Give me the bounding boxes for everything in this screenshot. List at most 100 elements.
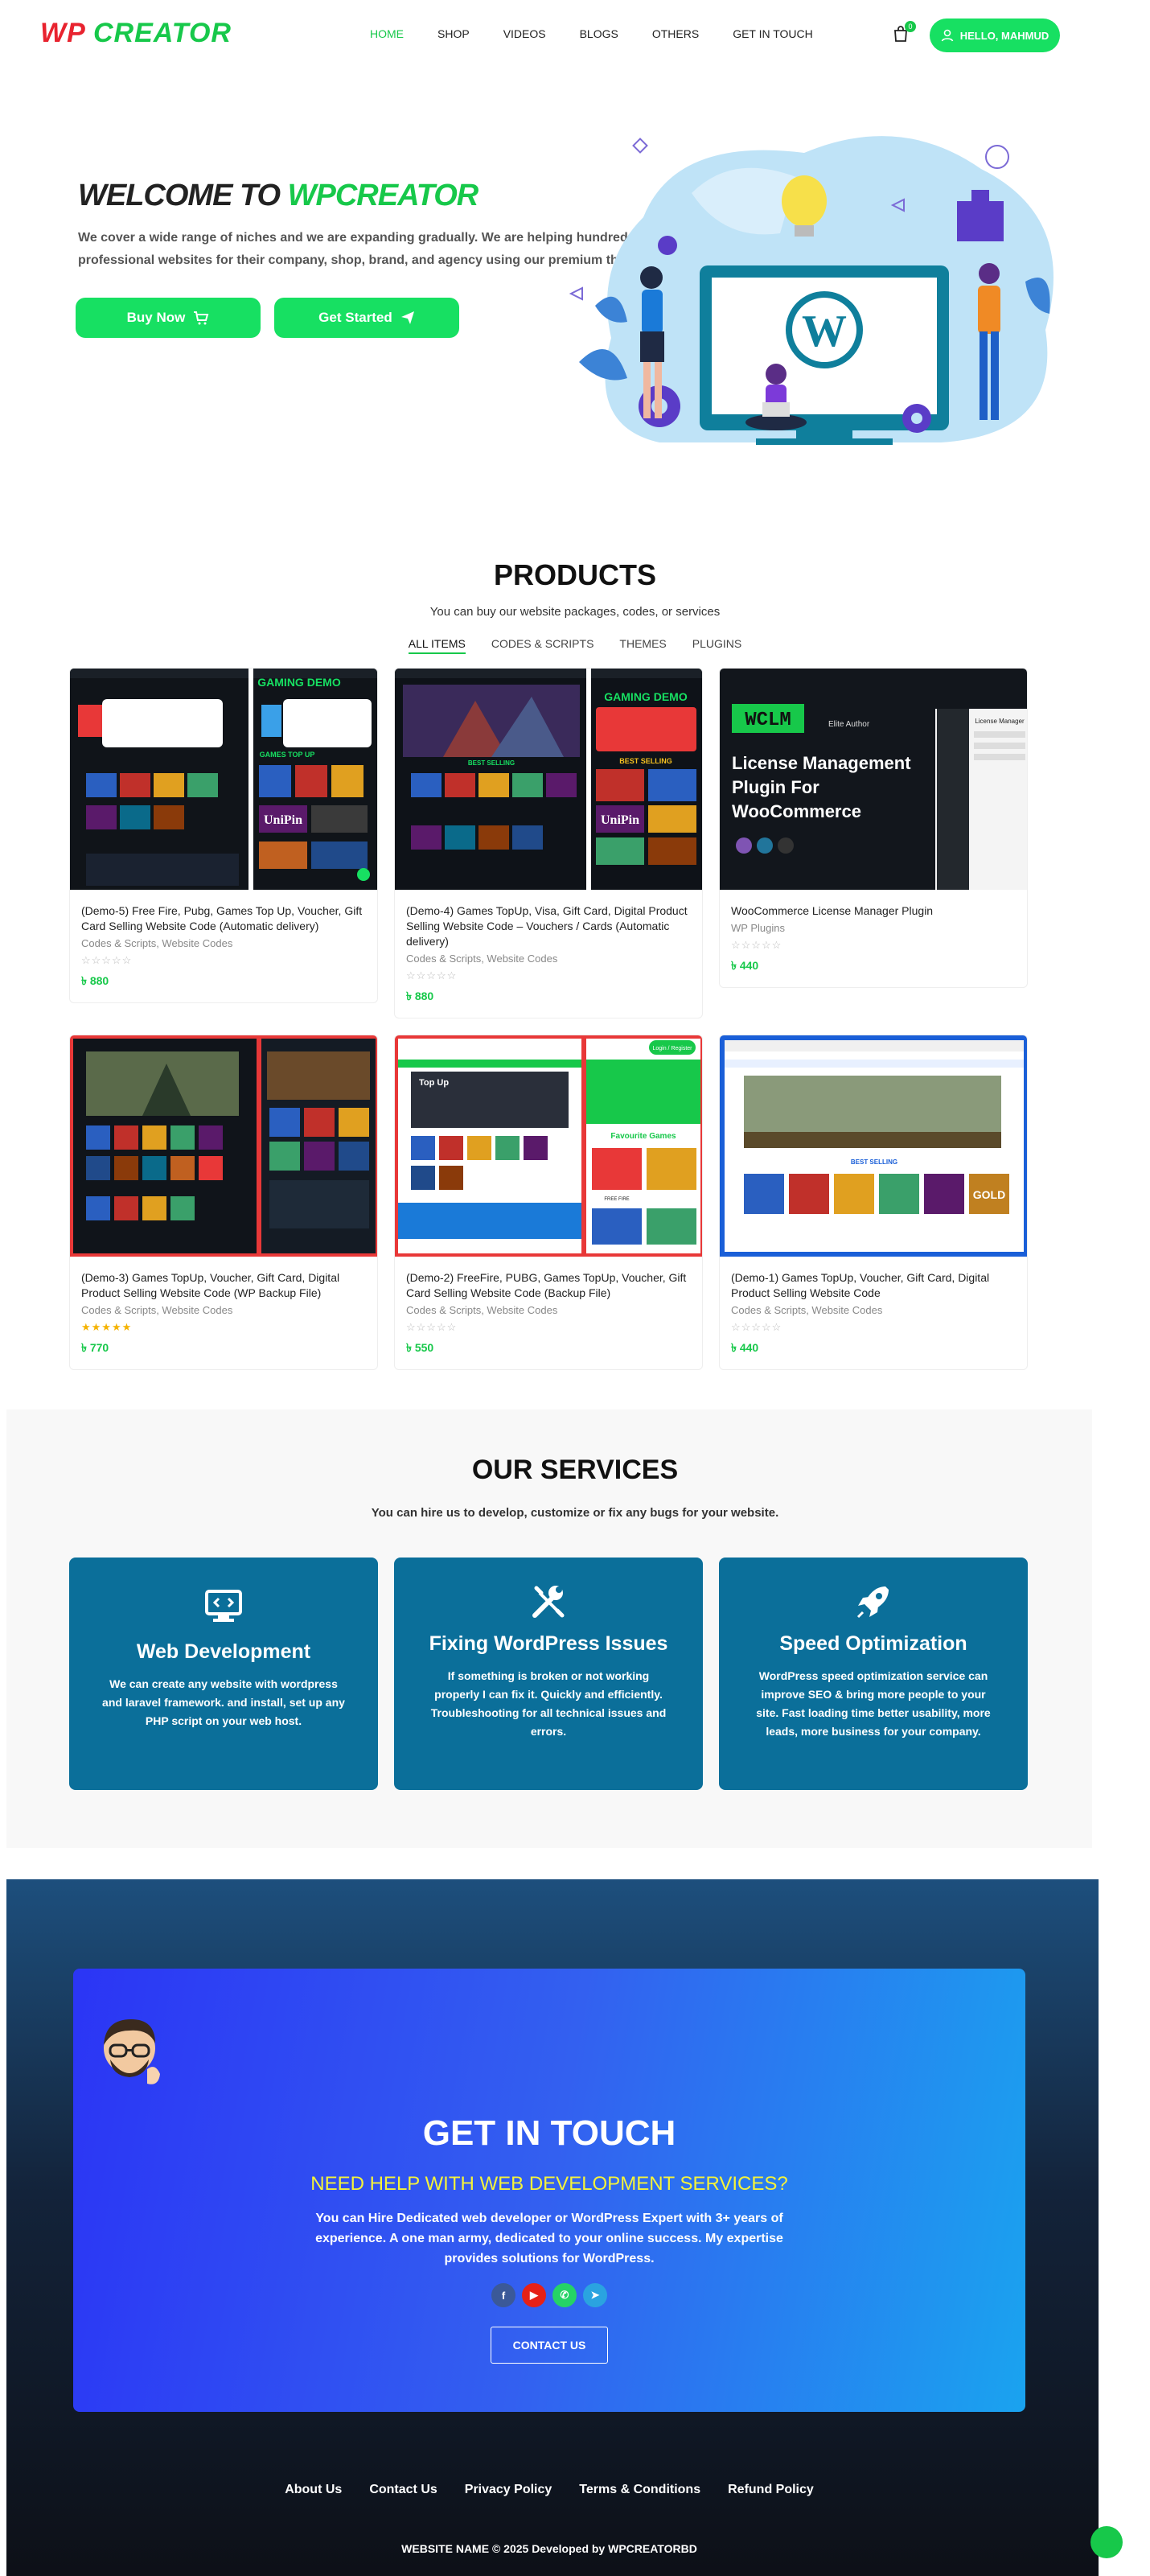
rating-stars: ★★★★★ [81, 1321, 133, 1333]
svg-text:License Manager: License Manager [975, 718, 1025, 725]
nav-home[interactable]: HOME [370, 27, 404, 40]
services-title: OUR SERVICES [471, 1455, 679, 1485]
product-price: ৳ 880 [406, 990, 434, 1002]
product-category[interactable]: Codes & Scripts, Website Codes [81, 1304, 366, 1316]
services-subtitle: You can hire us to develop, customize or… [371, 1506, 779, 1520]
svg-text:BEST SELLING: BEST SELLING [619, 757, 672, 765]
product-thumbnail[interactable]: WCLM Elite Author License Management Plu… [720, 669, 1028, 890]
nav-shop[interactable]: SHOP [437, 27, 470, 40]
product-category[interactable]: Codes & Scripts, Website Codes [81, 937, 366, 949]
rating-stars: ☆☆☆☆☆ [731, 939, 782, 951]
rating-stars: ☆☆☆☆☆ [406, 969, 458, 981]
product-category[interactable]: Codes & Scripts, Website Codes [406, 1304, 691, 1316]
telegram-icon[interactable]: ➤ [583, 2283, 607, 2307]
product-thumbnail[interactable]: Top Up Login / Register Favourite Games … [395, 1035, 703, 1257]
youtube-icon[interactable]: ▶ [522, 2283, 546, 2307]
product-title[interactable]: (Demo-2) FreeFire, PUBG, Games TopUp, Vo… [406, 1270, 691, 1301]
whatsapp-icon[interactable]: ✆ [552, 2283, 577, 2307]
contact-us-button[interactable]: CONTACT US [491, 2327, 608, 2364]
svg-text:GAMES TOP UP: GAMES TOP UP [260, 751, 315, 759]
service-title: Speed Optimization [779, 1632, 967, 1655]
get-in-touch-card: GET IN TOUCH NEED HELP WITH WEB DEVELOPM… [73, 1969, 1025, 2412]
get-in-touch-description: You can Hire Dedicated web developer or … [315, 2212, 783, 2265]
products-title: PRODUCTS [493, 558, 656, 591]
svg-text:BEST SELLING: BEST SELLING [468, 759, 515, 767]
footer-link-privacy[interactable]: Privacy Policy [465, 2483, 552, 2497]
product-thumbnail[interactable]: BEST SELLING GOLD [720, 1035, 1028, 1257]
get-started-button[interactable]: Get Started [274, 298, 459, 338]
tab-codes-scripts[interactable]: CODES & SCRIPTS [491, 637, 594, 654]
product-price: ৳ 550 [406, 1341, 434, 1354]
product-thumbnail[interactable] [70, 1035, 378, 1257]
footer-link-terms[interactable]: Terms & Conditions [579, 2483, 700, 2497]
social-links: f ▶ ✆ ➤ [73, 2283, 1025, 2307]
svg-text:Elite Author: Elite Author [828, 720, 870, 729]
service-card-web-development: Web Development We can create any websit… [69, 1558, 378, 1790]
product-price: ৳ 880 [81, 974, 109, 987]
paper-plane-icon [400, 311, 414, 324]
user-icon [941, 29, 954, 42]
svg-text:W: W [802, 307, 847, 356]
product-price: ৳ 440 [731, 1341, 759, 1354]
svg-text:WCLM: WCLM [745, 710, 791, 731]
service-card-fixing-wordpress: Fixing WordPress Issues If something is … [394, 1558, 703, 1790]
service-title: Fixing WordPress Issues [429, 1632, 668, 1655]
service-description: WordPress speed optimization service can… [756, 1669, 991, 1738]
service-description: If something is broken or not working pr… [430, 1669, 667, 1738]
rating-stars: ☆☆☆☆☆ [406, 1321, 458, 1333]
buy-now-button[interactable]: Buy Now [76, 298, 261, 338]
product-card[interactable]: Top Up Login / Register Favourite Games … [394, 1035, 703, 1370]
tab-themes[interactable]: THEMES [619, 637, 666, 654]
tab-plugins[interactable]: PLUGINS [692, 637, 741, 654]
chat-widget-button[interactable] [1090, 2526, 1123, 2558]
facebook-icon[interactable]: f [491, 2283, 515, 2307]
product-thumbnail[interactable]: BEST SELLING GAMING DEMO BEST SELLING Un… [395, 669, 703, 890]
svg-text:BEST SELLING: BEST SELLING [851, 1158, 897, 1166]
product-price: ৳ 440 [731, 959, 759, 972]
footer-link-refund[interactable]: Refund Policy [728, 2483, 814, 2497]
get-in-touch-title: GET IN TOUCH [422, 2113, 676, 2153]
tab-all-items[interactable]: ALL ITEMS [408, 637, 466, 654]
product-card[interactable]: GAMING DEMO GAMES TOP UP UniPin (Demo-5)… [69, 668, 378, 1003]
product-card[interactable]: WCLM Elite Author License Management Plu… [719, 668, 1028, 988]
svg-text:GAMING DEMO: GAMING DEMO [257, 676, 341, 689]
svg-text:UniPin: UniPin [601, 813, 639, 827]
product-card[interactable]: BEST SELLING GOLD (Demo-1) Games TopUp, … [719, 1035, 1028, 1370]
nav-videos[interactable]: VIDEOS [503, 27, 546, 40]
account-button[interactable]: HELLO, MAHMUD [930, 19, 1060, 52]
product-title[interactable]: WooCommerce License Manager Plugin [731, 903, 1016, 919]
copyright-text: WEBSITE NAME © 2025 Developed by WPCREAT… [401, 2542, 697, 2555]
product-title[interactable]: (Demo-1) Games TopUp, Voucher, Gift Card… [731, 1270, 1016, 1301]
footer-link-contact[interactable]: Contact Us [369, 2483, 437, 2497]
site-logo[interactable]: WP CREATOR [40, 18, 232, 49]
cart-count-badge: 0 [905, 21, 916, 32]
tools-icon [532, 1586, 565, 1618]
footer-link-about[interactable]: About Us [285, 2483, 342, 2497]
service-card-speed-optimization: Speed Optimization WordPress speed optim… [719, 1558, 1028, 1790]
svg-text:Login / Register: Login / Register [652, 1046, 692, 1051]
svg-text:UniPin: UniPin [264, 813, 302, 827]
hero-illustration: W [569, 136, 1053, 445]
rocket-icon [856, 1586, 889, 1619]
svg-text:Favourite Games: Favourite Games [610, 1132, 676, 1141]
nav-others[interactable]: OTHERS [652, 27, 699, 40]
cart-icon [194, 311, 209, 325]
rating-stars: ☆☆☆☆☆ [81, 954, 133, 966]
site-header: WP CREATOR HOME SHOP VIDEOS BLOGS OTHERS… [0, 0, 1150, 71]
product-card[interactable]: (Demo-3) Games TopUp, Voucher, Gift Card… [69, 1035, 378, 1370]
product-category[interactable]: Codes & Scripts, Website Codes [406, 953, 691, 965]
nav-blogs[interactable]: BLOGS [580, 27, 618, 40]
product-title[interactable]: (Demo-4) Games TopUp, Visa, Gift Card, D… [406, 903, 691, 949]
product-thumbnail[interactable]: GAMING DEMO GAMES TOP UP UniPin [70, 669, 378, 890]
hero-title: WELCOME TO WPCREATOR [78, 179, 478, 212]
product-category[interactable]: WP Plugins [731, 922, 1016, 934]
product-category[interactable]: Codes & Scripts, Website Codes [731, 1304, 1016, 1316]
product-card[interactable]: BEST SELLING GAMING DEMO BEST SELLING Un… [394, 668, 703, 1018]
nav-get-in-touch[interactable]: GET IN TOUCH [733, 27, 813, 40]
product-filter-tabs: ALL ITEMS CODES & SCRIPTS THEMES PLUGINS [0, 637, 1150, 654]
svg-text:FREE FIRE: FREE FIRE [604, 1197, 629, 1202]
product-title[interactable]: (Demo-3) Games TopUp, Voucher, Gift Card… [81, 1270, 366, 1301]
footer-links: About Us Contact Us Privacy Policy Terms… [0, 2483, 1099, 2497]
service-title: Web Development [136, 1640, 311, 1663]
product-title[interactable]: (Demo-5) Free Fire, Pubg, Games Top Up, … [81, 903, 366, 934]
